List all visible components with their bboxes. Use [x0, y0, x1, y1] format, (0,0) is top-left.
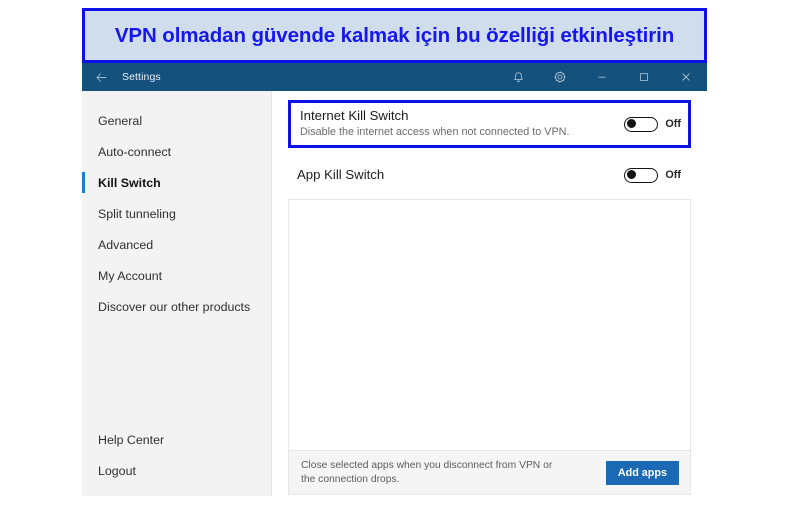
back-arrow-icon	[95, 72, 106, 82]
internet-kill-switch-toggle-group[interactable]: Off	[624, 116, 681, 132]
sidebar-item-auto-connect[interactable]: Auto-connect	[82, 136, 271, 167]
internet-kill-switch-description: Disable the internet access when not con…	[300, 126, 570, 138]
settings-gear-button[interactable]	[539, 63, 581, 91]
window-body: General Auto-connect Kill Switch Split t…	[82, 91, 707, 496]
back-button[interactable]	[82, 63, 120, 91]
app-kill-switch-toggle-state: Off	[665, 169, 681, 181]
app-list-panel[interactable]	[288, 199, 691, 451]
sidebar-item-label: Split tunneling	[98, 206, 176, 221]
internet-kill-switch-row[interactable]: Internet Kill Switch Disable the interne…	[288, 100, 691, 148]
sidebar-item-label: Logout	[98, 463, 136, 478]
app-list-footer: Close selected apps when you disconnect …	[288, 451, 691, 495]
annotation-banner: VPN olmadan güvende kalmak için bu özell…	[82, 8, 707, 63]
app-kill-switch-toggle-group[interactable]: Off	[624, 167, 681, 183]
sidebar-item-my-account[interactable]: My Account	[82, 260, 271, 291]
sidebar-bottom-section: Help Center Logout	[82, 424, 271, 496]
minimize-button[interactable]	[581, 63, 623, 91]
gear-icon	[554, 71, 566, 83]
content-pane: Internet Kill Switch Disable the interne…	[272, 91, 707, 496]
add-apps-button[interactable]: Add apps	[605, 460, 679, 485]
close-icon	[682, 73, 690, 81]
title-bar: Settings	[82, 63, 707, 91]
sidebar-item-label: Advanced	[98, 237, 154, 252]
sidebar-item-label: General	[98, 113, 143, 128]
vpn-settings-window: Settings General Auto-connect Kill Switc…	[82, 63, 707, 496]
sidebar-item-help-center[interactable]: Help Center	[82, 424, 271, 455]
sidebar-item-kill-switch[interactable]: Kill Switch	[82, 167, 271, 198]
notifications-button[interactable]	[497, 63, 539, 91]
annotation-banner-text: VPN olmadan güvende kalmak için bu özell…	[114, 23, 675, 47]
internet-kill-switch-toggle-state: Off	[665, 118, 681, 130]
sidebar-item-label: Discover our other products	[98, 299, 251, 314]
sidebar-item-split-tunneling[interactable]: Split tunneling	[82, 198, 271, 229]
sidebar-item-label: Auto-connect	[98, 144, 172, 159]
app-kill-switch-toggle[interactable]	[624, 167, 659, 183]
toggle-knob	[627, 170, 637, 180]
sidebar: General Auto-connect Kill Switch Split t…	[82, 91, 272, 496]
app-kill-switch-row[interactable]: App Kill Switch Off	[288, 162, 691, 188]
title-bar-actions	[497, 63, 707, 91]
toggle-knob	[627, 119, 637, 129]
internet-kill-switch-toggle[interactable]	[624, 116, 659, 132]
app-list-footer-text: Close selected apps when you disconnect …	[301, 460, 553, 485]
window-title: Settings	[122, 71, 161, 83]
internet-kill-switch-texts: Internet Kill Switch Disable the interne…	[300, 108, 569, 140]
sidebar-item-discover-products[interactable]: Discover our other products	[82, 291, 271, 322]
minimize-icon	[598, 76, 606, 78]
app-kill-switch-title: App Kill Switch	[297, 167, 385, 182]
sidebar-item-logout[interactable]: Logout	[82, 455, 271, 486]
sidebar-item-label: Help Center	[98, 432, 165, 447]
maximize-button[interactable]	[623, 63, 665, 91]
sidebar-item-label: My Account	[98, 268, 163, 283]
sidebar-item-general[interactable]: General	[82, 105, 271, 136]
close-button[interactable]	[665, 63, 707, 91]
sidebar-item-label: Kill Switch	[98, 175, 161, 190]
sidebar-item-advanced[interactable]: Advanced	[82, 229, 271, 260]
internet-kill-switch-title: Internet Kill Switch	[300, 108, 409, 123]
bell-icon	[513, 71, 523, 82]
maximize-icon	[640, 73, 648, 81]
